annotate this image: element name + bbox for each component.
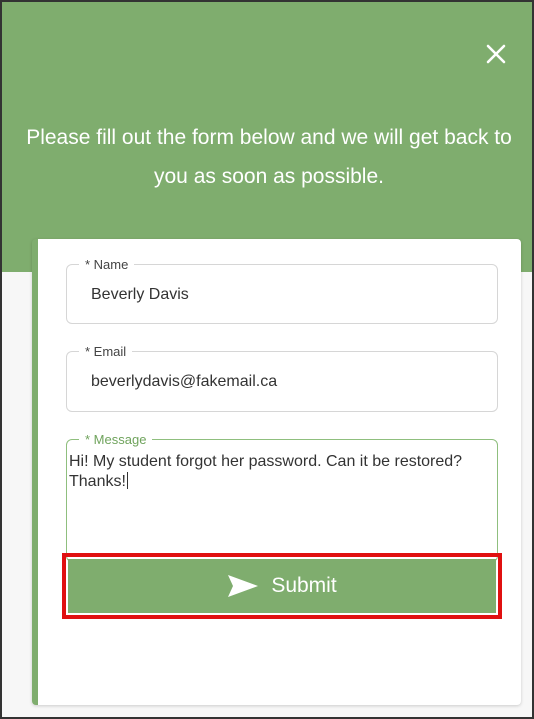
contact-form-window: Please fill out the form below and we wi… [0, 0, 534, 719]
message-label: * Message [79, 431, 153, 448]
message-text: Hi! My student forgot her password. Can … [69, 453, 463, 490]
name-label: * Name [79, 256, 135, 273]
send-icon [228, 575, 259, 597]
form-intro-text: Please fill out the form below and we wi… [26, 126, 512, 188]
email-label: * Email [79, 343, 133, 360]
email-input-value: beverlydavis@fakemail.ca [91, 373, 278, 390]
close-button[interactable] [482, 40, 510, 68]
submit-button-label: Submit [271, 574, 337, 597]
message-textarea-value: Hi! My student forgot her password. Can … [69, 452, 493, 492]
name-field[interactable]: * Name Beverly Davis [66, 256, 498, 324]
form-card: * Name Beverly Davis * Email beverlydavi… [32, 239, 521, 705]
text-caret [126, 472, 128, 489]
email-field[interactable]: * Email beverlydavis@fakemail.ca [66, 343, 498, 412]
form-header: Please fill out the form below and we wi… [2, 2, 532, 272]
name-input-value: Beverly Davis [91, 286, 189, 303]
close-icon [486, 44, 506, 64]
submit-highlight-box: Submit [62, 553, 502, 619]
message-field[interactable]: * Message Hi! My student forgot her pass… [66, 431, 498, 562]
submit-button[interactable]: Submit [68, 559, 496, 613]
